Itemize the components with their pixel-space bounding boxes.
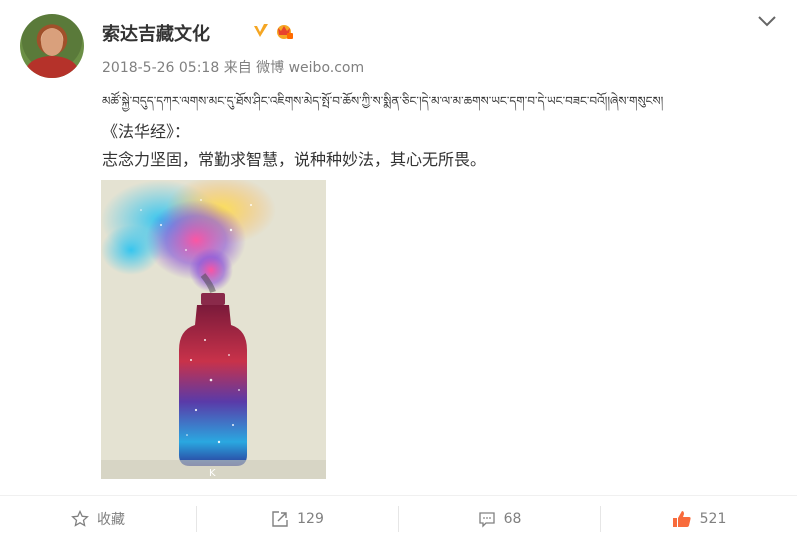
repost-icon: [272, 510, 288, 527]
thumbs-up-icon: [672, 510, 691, 527]
post-text-body: 志念力坚固，常勤求智慧，说种种妙法，其心无所畏。: [102, 150, 487, 169]
repost-count: 129: [297, 510, 324, 527]
post-meta: 2018-5-26 05:18 来自 微博 weibo.com: [102, 60, 365, 76]
post-text-title: 《法华经》：: [102, 122, 191, 141]
post-image[interactable]: K: [101, 180, 326, 479]
verified-badge-icon: [254, 24, 268, 37]
like-button[interactable]: 521: [601, 496, 797, 541]
comment-icon: [478, 511, 495, 528]
avatar-robe: [26, 56, 78, 78]
comment-button[interactable]: 68: [399, 496, 600, 541]
avatar[interactable]: [20, 14, 84, 78]
username-link[interactable]: 索达吉藏文化: [102, 20, 210, 46]
tibetan-text: མཚོ་སྐྱེ་བདུད་དཀར་ལགས་མང་དུ་ཐོས་ཤིང་འཇིག…: [102, 94, 664, 108]
watermark: K: [209, 468, 216, 479]
favorite-button[interactable]: 收藏: [0, 496, 196, 541]
comment-count: 68: [503, 510, 522, 527]
vip-crown-icon[interactable]: [274, 22, 294, 40]
like-count: 521: [699, 510, 727, 527]
favorite-label: 收藏: [97, 511, 125, 528]
repost-button[interactable]: 129: [197, 496, 398, 541]
chevron-down-icon[interactable]: [756, 10, 778, 32]
avatar-face: [41, 28, 63, 56]
star-icon: [71, 509, 89, 527]
